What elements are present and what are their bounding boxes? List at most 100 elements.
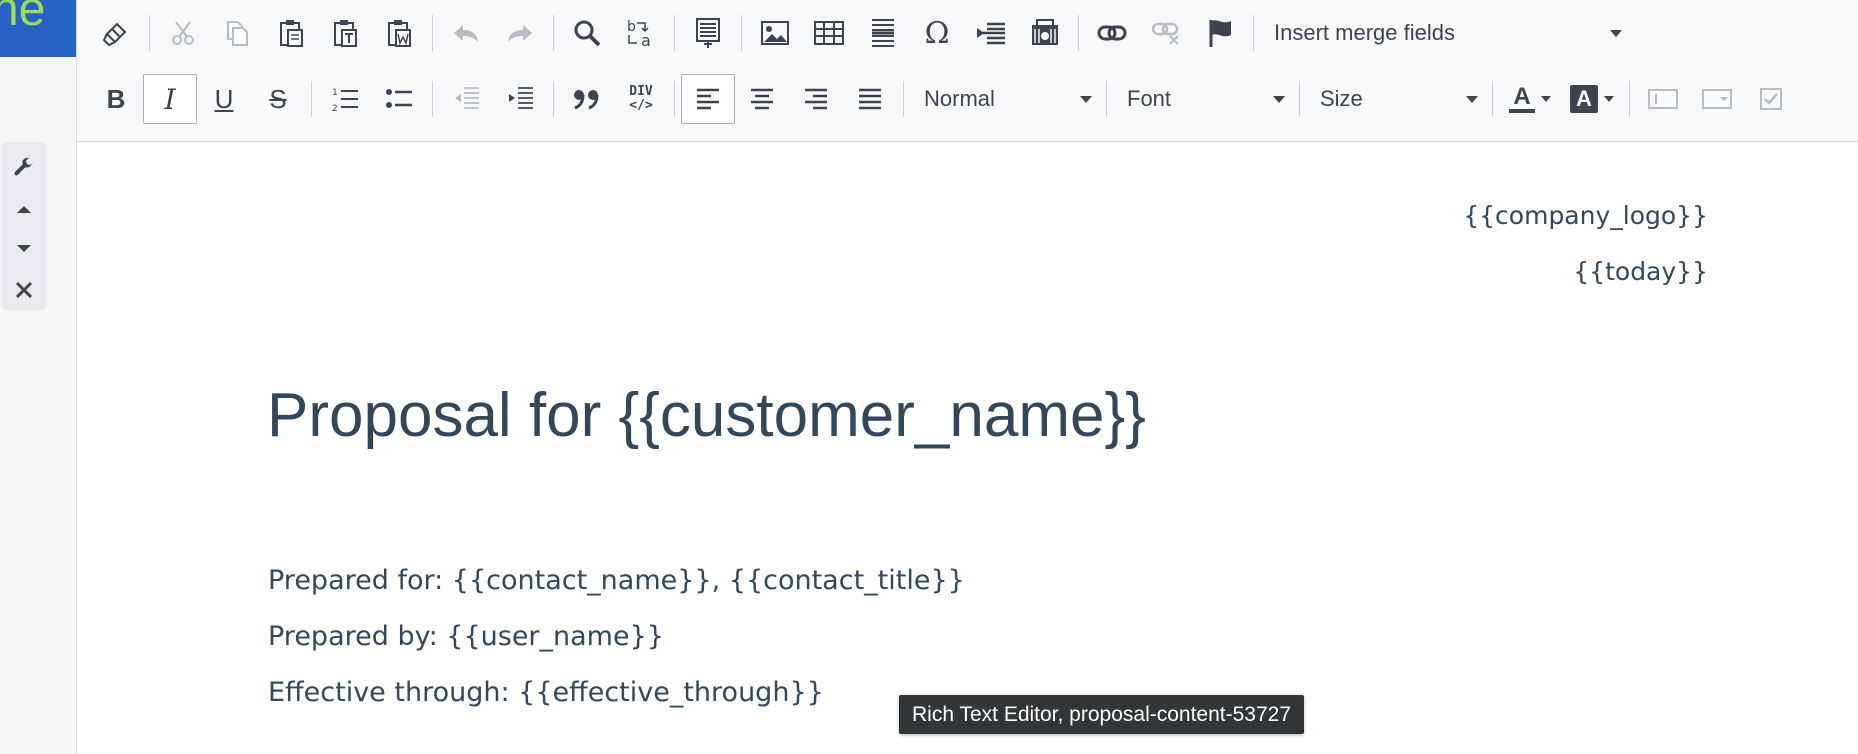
underline-label: U — [214, 83, 234, 114]
toolbar-separator — [1629, 81, 1630, 117]
toolbar-separator — [149, 15, 150, 51]
today-placeholder: {{today}} — [1573, 257, 1708, 286]
chevron-down-icon — [1610, 29, 1622, 37]
toolbar-separator — [553, 81, 554, 117]
background-color-label: A — [1576, 86, 1592, 111]
format-dropdown[interactable]: Normal — [910, 74, 1100, 124]
toolbar-separator — [903, 81, 904, 117]
find-icon[interactable] — [560, 8, 614, 58]
unlink-icon[interactable] — [1139, 8, 1193, 58]
svg-text:2: 2 — [332, 104, 338, 113]
document-title: Proposal for {{customer_name}} — [267, 381, 1146, 450]
toolbar-separator — [741, 15, 742, 51]
size-dropdown[interactable]: Size — [1306, 74, 1486, 124]
bold-button[interactable]: B — [89, 74, 143, 124]
toolbar-separator — [674, 81, 675, 117]
brand-logo[interactable]: ne — [0, 0, 76, 57]
align-left-icon[interactable] — [681, 74, 735, 124]
format-label: Normal — [924, 86, 995, 111]
table-icon[interactable] — [802, 8, 856, 58]
page-break-icon[interactable] — [964, 8, 1018, 58]
outdent-icon[interactable] — [439, 74, 493, 124]
wrench-icon[interactable] — [9, 154, 39, 183]
app-window: ne b a Ω Insert merge fields B I U S 1 2… — [0, 0, 1858, 754]
chevron-down-icon — [1466, 95, 1478, 103]
underline-button[interactable]: U — [197, 74, 251, 124]
background-color-button[interactable]: A — [1561, 74, 1623, 124]
special-char-icon[interactable]: Ω — [910, 8, 964, 58]
chevron-down-icon — [1541, 96, 1551, 102]
horizontal-line-icon[interactable] — [856, 8, 910, 58]
rich-text-editor: ba Ω Insert merge fields B I U S 1 2 DIV… — [76, 0, 1858, 754]
toolbar-separator — [1106, 81, 1107, 117]
checkbox-field-icon[interactable] — [1744, 74, 1798, 124]
caret-up-icon[interactable] — [9, 195, 39, 224]
cut-icon[interactable] — [156, 8, 210, 58]
text-color-icon: A — [1509, 85, 1535, 113]
div-label-top: DIV — [629, 84, 653, 99]
toolbar-separator — [1492, 81, 1493, 117]
toolbar-separator — [432, 81, 433, 117]
paste-word-icon[interactable] — [372, 8, 426, 58]
paste-icon[interactable] — [264, 8, 318, 58]
align-right-icon[interactable] — [789, 74, 843, 124]
font-dropdown[interactable]: Font — [1113, 74, 1293, 124]
omega-symbol: Ω — [924, 15, 950, 51]
replace-icon[interactable]: ba — [614, 8, 668, 58]
insert-merge-fields-dropdown[interactable]: Insert merge fields — [1260, 8, 1630, 58]
chevron-down-icon — [1273, 95, 1285, 103]
media-embed-icon[interactable] — [1018, 8, 1072, 58]
italic-label: I — [164, 82, 176, 116]
toolbar-separator — [1253, 15, 1254, 51]
select-field-icon[interactable] — [1690, 74, 1744, 124]
caret-down-icon[interactable] — [9, 235, 39, 264]
bold-label: B — [106, 83, 126, 114]
background-color-icon: A — [1570, 85, 1598, 113]
merge-fields-label: Insert merge fields — [1274, 20, 1455, 45]
numbered-list-icon[interactable]: 12 — [318, 74, 372, 124]
size-label: Size — [1320, 86, 1363, 111]
editor-toolbar: ba Ω Insert merge fields B I U S 1 2 DIV… — [77, 0, 1858, 142]
editor-tooltip: Rich Text Editor, proposal-content-53727 — [899, 695, 1305, 734]
svg-text:1: 1 — [332, 88, 338, 98]
strikethrough-button[interactable]: S — [251, 74, 305, 124]
brand-text: ne — [0, 0, 46, 36]
svg-text:a: a — [641, 31, 651, 49]
company-logo-placeholder: {{company_logo}} — [1463, 201, 1708, 230]
blockquote-icon[interactable] — [560, 74, 614, 124]
clean-format-icon[interactable] — [89, 8, 143, 58]
toolbar-separator — [311, 81, 312, 117]
chevron-down-icon — [1080, 95, 1092, 103]
text-color-label: A — [1513, 83, 1531, 110]
text-color-button[interactable]: A — [1499, 74, 1561, 124]
align-center-icon[interactable] — [735, 74, 789, 124]
indent-icon[interactable] — [493, 74, 547, 124]
link-icon[interactable] — [1085, 8, 1139, 58]
italic-button[interactable]: I — [143, 74, 197, 124]
document-body[interactable]: {{company_logo}} {{today}} Proposal for … — [77, 143, 1858, 754]
paste-text-icon[interactable] — [318, 8, 372, 58]
div-label-bottom: </> — [629, 98, 653, 113]
toolbar-separator — [432, 15, 433, 51]
toolbar-separator — [553, 15, 554, 51]
anchor-flag-icon[interactable] — [1193, 8, 1247, 58]
template-icon[interactable] — [681, 8, 735, 58]
div-container-icon[interactable]: DIV </> — [614, 74, 668, 124]
prepared-by-line: Prepared by: {{user_name}} — [268, 621, 664, 652]
font-label: Font — [1127, 86, 1172, 111]
text-field-icon[interactable] — [1636, 74, 1690, 124]
image-icon[interactable] — [748, 8, 802, 58]
effective-through-line: Effective through: {{effective_through}} — [268, 677, 824, 708]
chevron-down-icon — [1604, 96, 1614, 102]
close-icon[interactable] — [9, 276, 39, 305]
copy-icon[interactable] — [210, 8, 264, 58]
toolbar-separator — [674, 15, 675, 51]
toolbar-row-2: B I U S 12 DIV </> Normal Font Size A A — [77, 66, 1798, 132]
toolbar-separator — [1299, 81, 1300, 117]
undo-icon[interactable] — [439, 8, 493, 58]
redo-icon[interactable] — [493, 8, 547, 58]
svg-text:b: b — [627, 19, 636, 35]
align-justify-icon[interactable] — [843, 74, 897, 124]
side-toolbar — [2, 142, 46, 310]
bulleted-list-icon[interactable] — [372, 74, 426, 124]
